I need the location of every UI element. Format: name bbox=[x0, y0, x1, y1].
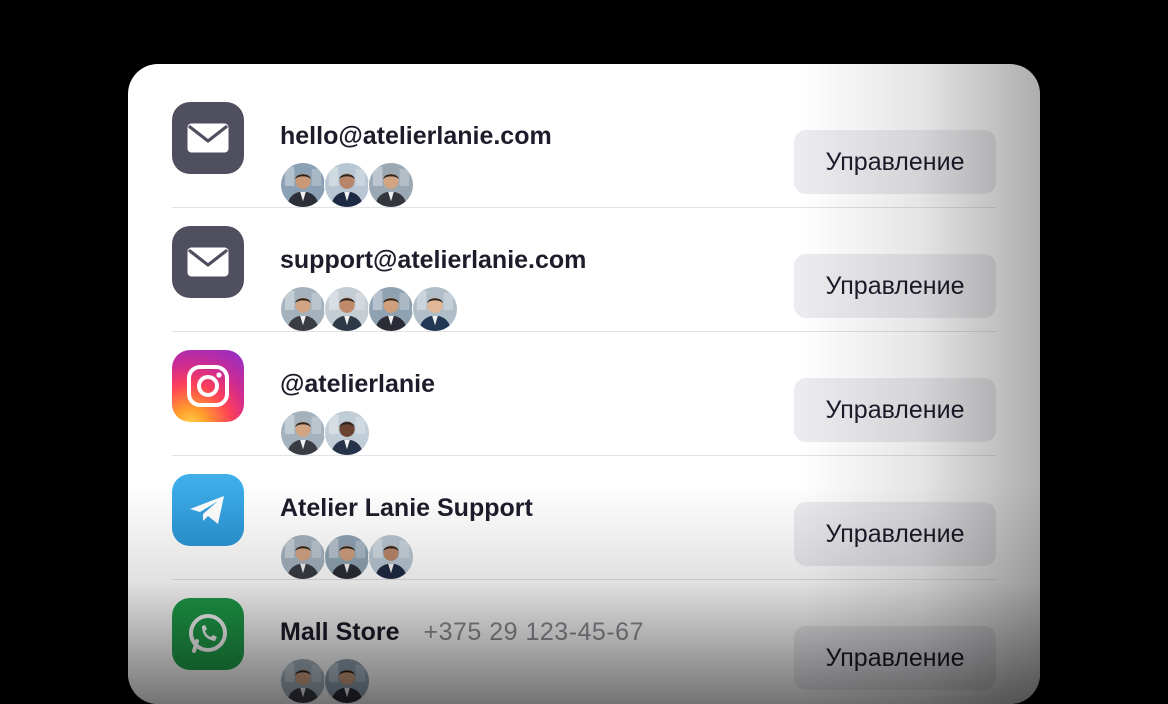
member-avatar bbox=[280, 410, 326, 456]
manage-button[interactable]: Управление bbox=[794, 254, 996, 318]
avatar-group bbox=[280, 410, 370, 456]
member-avatar bbox=[324, 658, 370, 704]
avatar-group bbox=[280, 658, 370, 704]
member-avatar bbox=[324, 162, 370, 208]
account-title: Atelier Lanie Support bbox=[280, 493, 533, 522]
account-title-line: hello@atelierlanie.com bbox=[280, 120, 552, 152]
manage-button[interactable]: Управление bbox=[794, 626, 996, 690]
member-avatar bbox=[324, 286, 370, 332]
mail-icon bbox=[172, 226, 244, 298]
accounts-card: hello@atelierlanie.com Управление suppor… bbox=[128, 64, 1040, 704]
avatar-group bbox=[280, 286, 458, 332]
account-row: Mall Store +375 29 123-45-67 Управление bbox=[172, 580, 996, 704]
phone-number: +375 29 123-45-67 bbox=[423, 617, 644, 646]
member-avatar bbox=[368, 162, 414, 208]
manage-button[interactable]: Управление bbox=[794, 502, 996, 566]
account-title-line: Mall Store +375 29 123-45-67 bbox=[280, 616, 644, 648]
account-title: Mall Store bbox=[280, 617, 400, 646]
manage-button[interactable]: Управление bbox=[794, 130, 996, 194]
account-title-line: Atelier Lanie Support bbox=[280, 492, 533, 524]
instagram-icon bbox=[172, 350, 244, 422]
member-avatar bbox=[280, 658, 326, 704]
manage-button[interactable]: Управление bbox=[794, 378, 996, 442]
account-title-line: @atelierlanie bbox=[280, 368, 435, 400]
telegram-icon bbox=[172, 474, 244, 546]
member-avatar bbox=[368, 286, 414, 332]
member-avatar bbox=[324, 410, 370, 456]
mail-icon bbox=[172, 102, 244, 174]
account-row: support@atelierlanie.com Управление bbox=[172, 208, 996, 332]
member-avatar bbox=[412, 286, 458, 332]
member-avatar bbox=[280, 534, 326, 580]
account-title: hello@atelierlanie.com bbox=[280, 121, 552, 150]
account-title: support@atelierlanie.com bbox=[280, 245, 587, 274]
member-avatar bbox=[280, 162, 326, 208]
member-avatar bbox=[324, 534, 370, 580]
account-row: @atelierlanie Управление bbox=[172, 332, 996, 456]
avatar-group bbox=[280, 162, 414, 208]
member-avatar bbox=[368, 534, 414, 580]
avatar-group bbox=[280, 534, 414, 580]
account-title-line: support@atelierlanie.com bbox=[280, 244, 586, 276]
account-title: @atelierlanie bbox=[280, 369, 436, 398]
account-row: hello@atelierlanie.com Управление bbox=[172, 84, 996, 208]
member-avatar bbox=[280, 286, 326, 332]
account-row: Atelier Lanie Support Управление bbox=[172, 456, 996, 580]
whatsapp-icon bbox=[172, 598, 244, 670]
